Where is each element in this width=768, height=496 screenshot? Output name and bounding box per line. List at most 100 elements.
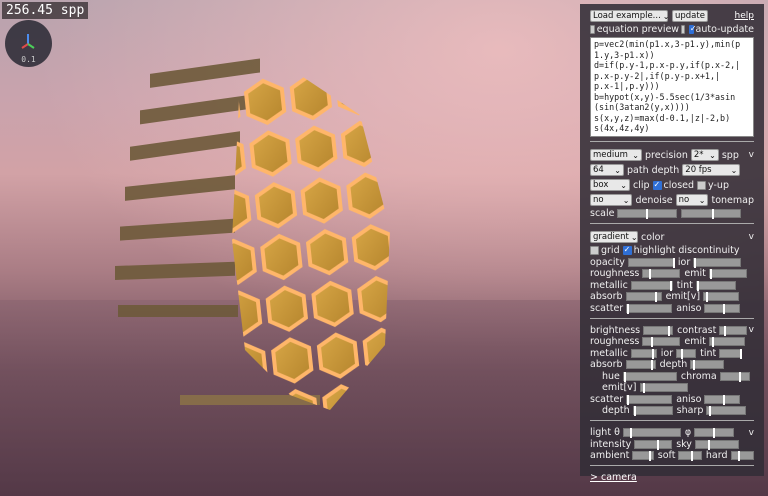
help-link[interactable]: help (735, 11, 754, 21)
closed-label: closed (663, 179, 695, 191)
absorb2-slider[interactable] (625, 360, 656, 370)
sharp-label: sharp (676, 405, 704, 416)
emit-v-slider[interactable] (703, 292, 740, 302)
hue-slider[interactable] (622, 371, 677, 382)
scatter2-label: scatter (590, 393, 624, 405)
aniso2-slider[interactable] (704, 394, 741, 405)
scatter2-slider[interactable] (626, 394, 673, 405)
absorb2-label: absorb (590, 359, 623, 370)
grid-checkbox[interactable] (590, 246, 599, 255)
depth2-slider[interactable] (632, 406, 673, 416)
clip-label: clip (633, 179, 650, 191)
absorb-slider[interactable] (625, 292, 662, 302)
opacity-label: opacity (590, 256, 625, 268)
sharp-slider[interactable] (706, 406, 747, 416)
yup-label: y-up (708, 179, 729, 191)
light-theta-label: light θ (590, 427, 620, 438)
color-label: color (641, 231, 665, 243)
grid-label: grid (601, 245, 620, 256)
sky-label: sky (676, 438, 692, 450)
absorb-label: absorb (590, 291, 623, 302)
hard-slider[interactable] (730, 451, 754, 461)
emit-label: emit (684, 268, 706, 279)
metallic-label: metallic (590, 279, 628, 291)
aniso-label: aniso (676, 302, 702, 314)
gizmo-scale: 0.1 (21, 55, 36, 64)
aniso2-label: aniso (676, 393, 702, 405)
intensity-label: intensity (590, 438, 632, 450)
yup-checkbox[interactable] (697, 180, 707, 190)
emit-slider[interactable] (708, 269, 747, 279)
emit-v-label: emit[v] (665, 291, 701, 302)
emit2-label: emit (684, 336, 706, 347)
chroma-slider[interactable] (719, 371, 750, 382)
closed-checkbox[interactable] (652, 180, 662, 190)
emit2-slider[interactable] (708, 337, 745, 347)
ior-slider[interactable] (693, 257, 742, 268)
spp-counter: 256.45 spp (2, 2, 89, 19)
precision-label: precision (645, 149, 688, 161)
metallic2-slider[interactable] (630, 348, 657, 359)
scale-slider-1[interactable] (617, 209, 678, 219)
hue-label: hue (602, 370, 620, 382)
brightness-slider[interactable] (643, 325, 674, 336)
metallic-slider[interactable] (630, 280, 673, 291)
denoise-label: denoise (635, 194, 673, 206)
equation-editor[interactable]: p=vec2(min(p1.x,3-p1.y),min(p 1.y,3-p1.x… (590, 37, 754, 137)
tint2-label: tint (700, 347, 717, 359)
scale-label: scale (590, 208, 615, 219)
tint-label: tint (676, 279, 693, 291)
chroma-label: chroma (680, 370, 717, 382)
unlabeled-checkbox[interactable] (680, 25, 686, 34)
intensity-slider[interactable] (634, 439, 673, 450)
depth-label: depth (659, 359, 688, 370)
scale-slider-2[interactable] (681, 209, 742, 219)
load-example-select[interactable]: Load example... (590, 10, 668, 22)
highlight-checkbox[interactable] (622, 245, 632, 255)
scatter-slider[interactable] (626, 303, 673, 314)
phi-label: φ (684, 427, 692, 438)
hard-label: hard (705, 450, 728, 461)
aniso-slider[interactable] (704, 303, 741, 314)
fps-select[interactable]: 20 fps (682, 164, 741, 176)
ior-label: ior (677, 256, 691, 268)
soft-slider[interactable] (678, 451, 702, 461)
color-mode-select[interactable]: gradient (590, 231, 638, 243)
contrast-slider[interactable] (719, 325, 748, 336)
camera-link[interactable]: > camera (590, 472, 637, 483)
roughness-slider[interactable] (642, 269, 681, 279)
light-collapse-icon[interactable]: v (749, 428, 754, 438)
clip-select[interactable]: box (590, 179, 630, 191)
tint-slider[interactable] (695, 280, 736, 291)
contrast-label: contrast (677, 324, 717, 336)
material2-collapse-icon[interactable]: v (749, 325, 754, 335)
roughness2-slider[interactable] (642, 337, 681, 347)
light-theta-slider[interactable] (622, 428, 681, 438)
ambient-slider[interactable] (632, 451, 654, 461)
depth2-label: depth (602, 405, 630, 416)
control-panel: Load example... update help equation pre… (580, 4, 764, 483)
phi-slider[interactable] (694, 428, 735, 438)
auto-update-checkbox[interactable] (688, 24, 696, 34)
render-collapse-icon[interactable]: v (749, 150, 754, 160)
precision-select[interactable]: medium (590, 149, 642, 161)
sky-slider[interactable] (694, 439, 739, 450)
denoise-select[interactable]: no (590, 194, 633, 206)
roughness2-label: roughness (590, 336, 640, 347)
tonemap-select[interactable]: no (675, 194, 709, 206)
ior2-slider[interactable] (676, 348, 697, 359)
brightness-label: brightness (590, 324, 641, 336)
spp-select[interactable]: 2* (690, 149, 719, 161)
tint2-slider[interactable] (719, 348, 743, 359)
axis-gizmo[interactable]: 0.1 (5, 20, 52, 67)
soft-label: soft (657, 450, 676, 461)
equation-preview-checkbox[interactable] (590, 25, 595, 34)
opacity-slider[interactable] (627, 257, 675, 268)
emit-v2-slider[interactable] (639, 383, 688, 393)
depth-slider[interactable] (690, 360, 725, 370)
ambient-label: ambient (590, 450, 630, 461)
tonemap-label: tonemap (711, 194, 754, 206)
material-collapse-icon[interactable]: v (749, 232, 754, 242)
update-button[interactable]: update (672, 10, 708, 22)
path-depth-select[interactable]: 64 (590, 164, 624, 176)
